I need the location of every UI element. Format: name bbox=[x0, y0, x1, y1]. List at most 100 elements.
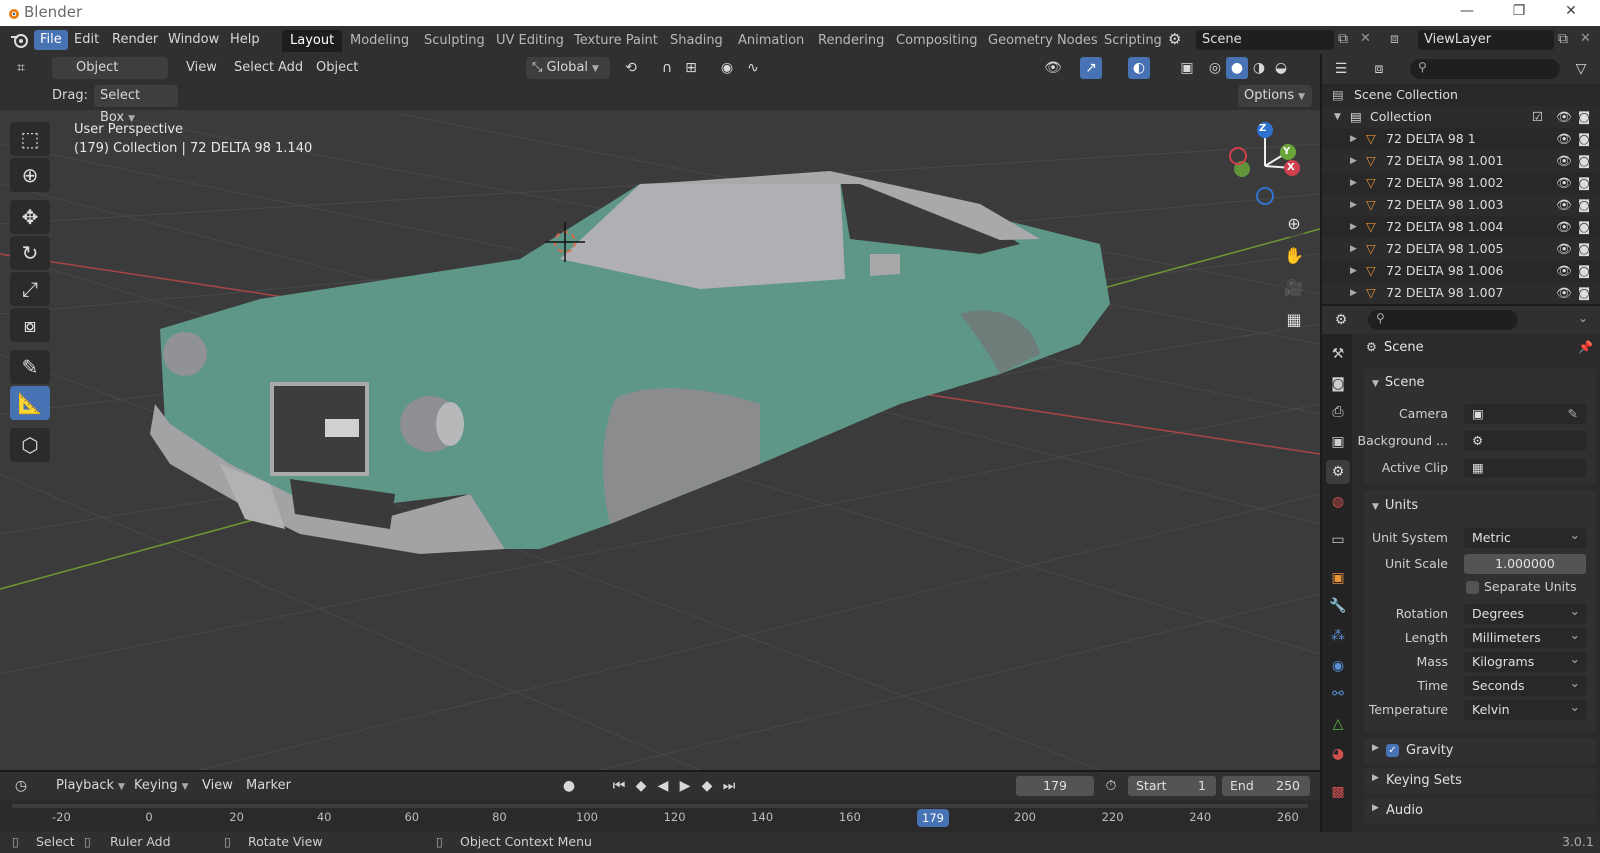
tab-geometry-nodes[interactable]: Geometry Nodes bbox=[980, 30, 1106, 52]
menu-view[interactable]: View bbox=[180, 57, 223, 79]
visibility-eye-icon[interactable]: 👁 bbox=[1556, 106, 1572, 128]
constraints-tab-icon[interactable]: ⚯ bbox=[1326, 682, 1350, 706]
stopwatch-icon[interactable]: ⏱ bbox=[1100, 775, 1122, 797]
scene-tab-icon[interactable]: ⚙ bbox=[1326, 460, 1350, 484]
tab-compositing[interactable]: Compositing bbox=[888, 30, 986, 52]
tool-tab-icon[interactable]: ⚒ bbox=[1326, 342, 1350, 366]
transform-tool-icon[interactable]: ⧇ bbox=[10, 308, 50, 342]
timeline-scrollbar[interactable] bbox=[12, 804, 1308, 808]
render-camera-icon[interactable]: ◙ bbox=[1578, 172, 1590, 194]
expand-chevron-icon[interactable]: ▶ bbox=[1350, 238, 1357, 260]
properties-editor-type-icon[interactable]: ⚙ bbox=[1330, 309, 1352, 331]
outliner-object-row[interactable]: ▶ ▽ 72 DELTA 98 1.004 👁 ◙ bbox=[1322, 216, 1600, 238]
add-cube-tool-icon[interactable]: ⬡ bbox=[10, 428, 50, 462]
tab-shading[interactable]: Shading bbox=[662, 30, 731, 52]
camera-view-icon[interactable]: 🎥 bbox=[1280, 274, 1308, 302]
expand-chevron-icon[interactable]: ▶ bbox=[1350, 150, 1357, 172]
solid-shading-icon[interactable]: ● bbox=[1226, 57, 1248, 79]
render-camera-icon[interactable]: ◙ bbox=[1578, 150, 1590, 172]
gravity-expand-icon[interactable]: ▶ bbox=[1372, 743, 1379, 753]
play-reverse-icon[interactable]: ◀ bbox=[652, 775, 674, 797]
properties-options-icon[interactable]: ⌄ bbox=[1578, 311, 1588, 325]
menu-edit[interactable]: Edit bbox=[68, 30, 105, 50]
menu-add[interactable]: Add bbox=[272, 57, 309, 79]
minimize-button[interactable]: — bbox=[1452, 3, 1482, 23]
options-dropdown[interactable]: Options ▼ bbox=[1238, 85, 1312, 107]
xray-toggle-icon[interactable]: ▣ bbox=[1176, 57, 1198, 79]
expand-chevron-icon[interactable]: ▶ bbox=[1350, 282, 1357, 304]
properties-search-input[interactable] bbox=[1368, 310, 1518, 330]
keying-menu[interactable]: Keying ▼ bbox=[128, 775, 195, 797]
visibility-eye-icon[interactable]: 👁 bbox=[1556, 194, 1572, 216]
object-data-tab-icon[interactable]: △ bbox=[1326, 712, 1350, 736]
proportional-edit-icon[interactable]: ◉ bbox=[716, 57, 738, 79]
outliner-filter-icon[interactable]: ▽ bbox=[1570, 58, 1592, 80]
tab-rendering[interactable]: Rendering bbox=[810, 30, 892, 52]
scene-panel-header[interactable]: ▼ Scene bbox=[1372, 375, 1425, 390]
scene-icon[interactable]: ⚙ bbox=[1168, 30, 1181, 48]
current-frame-field[interactable]: 179 bbox=[1016, 776, 1094, 796]
outliner-collection[interactable]: ▼ ▤ Collection ☑ 👁 ◙ bbox=[1322, 106, 1600, 128]
tab-scripting[interactable]: Scripting bbox=[1096, 30, 1170, 52]
expand-chevron-icon[interactable]: ▶ bbox=[1350, 194, 1357, 216]
cursor-tool-icon[interactable]: ⊕ bbox=[10, 158, 50, 192]
start-frame-field[interactable]: Start 1 bbox=[1128, 776, 1216, 796]
outliner-object-row[interactable]: ▶ ▽ 72 DELTA 98 1.006 👁 ◙ bbox=[1322, 260, 1600, 282]
tab-uv-editing[interactable]: UV Editing bbox=[488, 30, 572, 52]
audio-expand-icon[interactable]: ▶ bbox=[1372, 803, 1379, 813]
pivot-point-icon[interactable]: ⟲ bbox=[620, 57, 642, 79]
visibility-eye-icon[interactable]: 👁 bbox=[1556, 216, 1572, 238]
camera-field[interactable]: ▣ ✎ bbox=[1464, 404, 1586, 424]
tab-sculpting[interactable]: Sculpting bbox=[416, 30, 493, 52]
falloff-icon[interactable]: ∿ bbox=[742, 57, 764, 79]
delete-scene-icon[interactable]: ✕ bbox=[1360, 31, 1371, 46]
jump-start-icon[interactable]: ⏮ bbox=[608, 775, 630, 797]
snap-target-icon[interactable]: ⊞ bbox=[680, 57, 702, 79]
record-icon[interactable]: ● bbox=[558, 775, 580, 797]
modifier-tab-icon[interactable]: 🔧 bbox=[1326, 594, 1350, 618]
menu-help[interactable]: Help bbox=[224, 30, 266, 50]
world-tab-icon[interactable]: ◍ bbox=[1326, 490, 1350, 514]
gizmo-z-label[interactable]: Z bbox=[1259, 123, 1266, 134]
time-dropdown[interactable]: Seconds bbox=[1464, 673, 1586, 696]
scale-tool-icon[interactable]: ⤢ bbox=[10, 272, 50, 306]
length-dropdown[interactable]: Millimeters bbox=[1464, 625, 1586, 648]
render-camera-icon[interactable]: ◙ bbox=[1578, 106, 1590, 128]
move-tool-icon[interactable]: ✥ bbox=[10, 200, 50, 234]
tab-modeling[interactable]: Modeling bbox=[342, 30, 417, 52]
play-icon[interactable]: ▶ bbox=[674, 775, 696, 797]
playback-menu[interactable]: Playback ▼ bbox=[50, 775, 131, 797]
tab-texture-paint[interactable]: Texture Paint bbox=[566, 30, 666, 52]
gizmo-y-label[interactable]: Y bbox=[1283, 146, 1290, 157]
zoom-icon[interactable]: ⊕ bbox=[1280, 210, 1308, 238]
view-layer-tab-icon[interactable]: ▣ bbox=[1326, 430, 1350, 454]
separate-units-checkbox[interactable] bbox=[1466, 581, 1479, 594]
output-tab-icon[interactable]: ⎙ bbox=[1326, 400, 1350, 424]
close-button[interactable]: ✕ bbox=[1556, 3, 1586, 23]
menu-render[interactable]: Render bbox=[106, 30, 164, 50]
jump-end-icon[interactable]: ⏭ bbox=[718, 775, 740, 797]
3d-viewport[interactable]: Z Y X ⌗ Object Mode▼ View Select Add Obj… bbox=[0, 54, 1320, 770]
menu-file[interactable]: File bbox=[34, 30, 68, 50]
rendered-shading-icon[interactable]: ◒ bbox=[1270, 57, 1292, 79]
gizmo-toggle-icon[interactable]: ↗ bbox=[1080, 57, 1102, 79]
drag-select-dropdown[interactable]: Select Box ▼ bbox=[94, 85, 178, 125]
visibility-eye-icon[interactable]: 👁 bbox=[1556, 128, 1572, 150]
delete-viewlayer-icon[interactable]: ✕ bbox=[1580, 31, 1591, 46]
expand-chevron-icon[interactable]: ▶ bbox=[1350, 216, 1357, 238]
visibility-icon[interactable]: 👁 bbox=[1042, 57, 1064, 79]
object-mode-dropdown[interactable]: Object Mode▼ bbox=[52, 57, 168, 97]
expand-chevron-icon[interactable]: ▼ bbox=[1334, 106, 1341, 128]
render-tab-icon[interactable]: ◙ bbox=[1326, 372, 1350, 396]
render-camera-icon[interactable]: ◙ bbox=[1578, 128, 1590, 150]
texture-tab-icon[interactable]: ▩ bbox=[1326, 780, 1350, 804]
gravity-checkbox[interactable]: ✓ bbox=[1386, 744, 1399, 757]
outliner-object-row[interactable]: ▶ ▽ 72 DELTA 98 1.001 👁 ◙ bbox=[1322, 150, 1600, 172]
end-frame-field[interactable]: End 250 bbox=[1222, 776, 1310, 796]
visibility-eye-icon[interactable]: 👁 bbox=[1556, 282, 1572, 304]
display-mode-icon[interactable]: ⧈ bbox=[1368, 58, 1390, 80]
menu-object[interactable]: Object bbox=[310, 57, 364, 79]
viewport-scene[interactable] bbox=[0, 54, 1320, 770]
active-clip-field[interactable]: ▦ bbox=[1464, 458, 1586, 478]
select-box-tool-icon[interactable]: ⬚ bbox=[10, 122, 50, 156]
